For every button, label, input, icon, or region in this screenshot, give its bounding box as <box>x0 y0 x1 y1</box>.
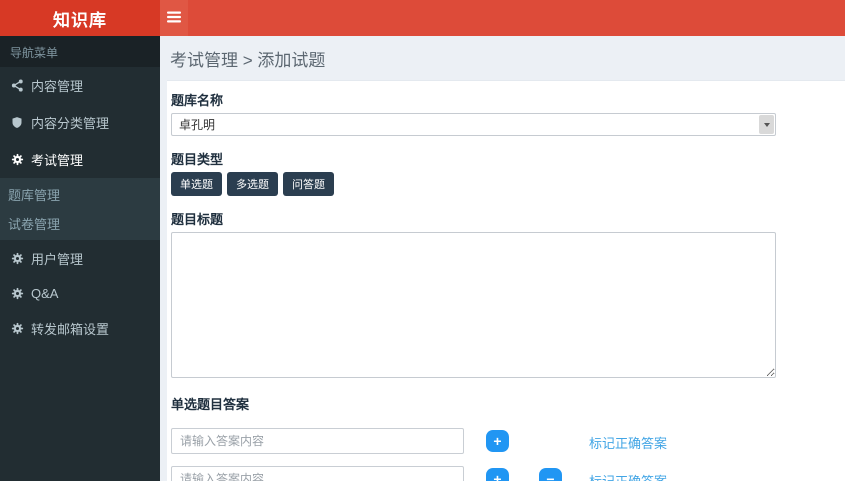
sidebar-item-forward-mailbox-settings[interactable]: 转发邮箱设置 <box>0 310 160 347</box>
sidebar-item-exam-management[interactable]: 考试管理 <box>0 141 160 178</box>
sidebar-item-user-management[interactable]: 用户管理 <box>0 240 160 277</box>
sidebar-item-label: 内容管理 <box>31 79 84 94</box>
hamburger-icon <box>167 11 181 26</box>
type-multiple-choice-button[interactable]: 多选题 <box>227 172 278 196</box>
share-icon <box>10 79 24 92</box>
type-single-choice-button[interactable]: 单选题 <box>171 172 222 196</box>
gear-icon <box>10 252 24 265</box>
mark-correct-answer-link[interactable]: 标记正确答案 <box>589 433 667 452</box>
sidebar-item-label: 内容分类管理 <box>31 116 110 131</box>
remove-answer-button[interactable]: − <box>539 468 562 481</box>
answer-row: + − 标记正确答案 <box>171 466 831 481</box>
question-bank-selected-value: 卓孔明 <box>179 118 216 132</box>
top-header: 知识库 <box>0 0 845 36</box>
answer-row: + 标记正确答案 <box>171 428 831 454</box>
chevron-down-icon[interactable] <box>759 115 774 134</box>
sidebar-item-label: 用户管理 <box>31 252 84 267</box>
content-area: 考试管理 > 添加试题 题库名称 卓孔明 题目类型 单选题 多选题 问答题 题目… <box>160 36 845 481</box>
top-navbar <box>160 0 845 36</box>
type-essay-button[interactable]: 问答题 <box>283 172 334 196</box>
question-bank-select[interactable]: 卓孔明 <box>171 113 776 136</box>
gear-icon <box>10 287 24 300</box>
answers-list: + 标记正确答案 + − 标记正确答案 + − 标记正确答案 <box>171 428 835 481</box>
sidebar-subitem-question-bank-management[interactable]: 题库管理 <box>0 180 160 209</box>
sidebar-item-content-category-management[interactable]: 内容分类管理 <box>0 104 160 141</box>
sidebar-item-qa[interactable]: Q&A <box>0 277 160 310</box>
sidebar-item-label: 转发邮箱设置 <box>31 322 110 337</box>
question-title-textarea[interactable] <box>171 232 776 378</box>
gear-icon <box>10 153 24 166</box>
question-type-label: 题目类型 <box>171 152 224 167</box>
breadcrumb: 考试管理 > 添加试题 <box>170 51 326 70</box>
add-question-form: 题库名称 卓孔明 题目类型 单选题 多选题 问答题 题目标题 单选题目答案 + … <box>167 80 845 481</box>
question-type-buttons: 单选题 多选题 问答题 <box>171 172 835 196</box>
sidebar-subitem-test-paper-management[interactable]: 试卷管理 <box>0 209 160 238</box>
question-title-label: 题目标题 <box>171 212 224 227</box>
sidebar: 导航菜单 内容管理 内容分类管理 考试管理 题库管理 试卷管理 用户管理 Q&A… <box>0 36 160 481</box>
question-bank-label: 题库名称 <box>171 93 224 108</box>
single-choice-answers-label: 单选题目答案 <box>171 397 250 412</box>
shield-icon <box>10 116 24 129</box>
sidebar-item-content-management[interactable]: 内容管理 <box>0 67 160 104</box>
brand-logo[interactable]: 知识库 <box>0 0 160 36</box>
answer-input[interactable] <box>171 466 464 481</box>
add-answer-button[interactable]: + <box>486 430 509 452</box>
sidebar-item-label: 考试管理 <box>31 153 84 168</box>
answer-input[interactable] <box>171 428 464 454</box>
add-answer-button[interactable]: + <box>486 468 509 481</box>
gear-icon <box>10 322 24 335</box>
sidebar-item-label: Q&A <box>31 286 59 301</box>
sidebar-submenu-exam: 题库管理 试卷管理 <box>0 178 160 240</box>
sidebar-section-label: 导航菜单 <box>0 36 160 67</box>
sidebar-toggle-button[interactable] <box>160 0 188 36</box>
mark-correct-answer-link[interactable]: 标记正确答案 <box>589 471 667 481</box>
